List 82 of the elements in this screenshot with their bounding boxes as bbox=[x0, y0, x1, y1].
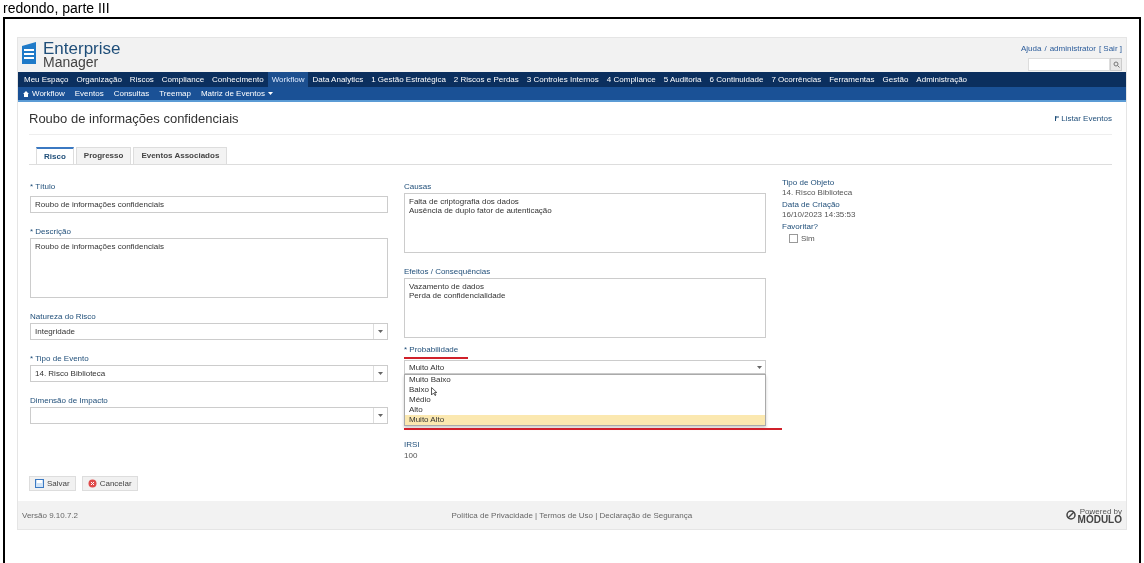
brand-logo-icon bbox=[1065, 510, 1076, 520]
logo-subtitle: Manager bbox=[43, 56, 99, 68]
subnav-item[interactable]: Treemap bbox=[159, 89, 191, 98]
subnav-item[interactable]: Workflow bbox=[23, 89, 65, 98]
footer-links[interactable]: Política de Privacidade | Termos de Uso | Declaração de Segurança bbox=[451, 510, 693, 520]
save-button[interactable]: Salvar bbox=[29, 476, 76, 491]
logo-title: Enterprise bbox=[43, 42, 121, 56]
back-link[interactable]: Listar Eventos bbox=[1054, 113, 1112, 123]
user-link[interactable]: [ Sair ] bbox=[1098, 44, 1122, 53]
nav-item[interactable]: Ferramentas bbox=[825, 72, 879, 87]
cancel-icon bbox=[87, 479, 97, 488]
field-label: Natureza do Risco bbox=[30, 312, 96, 321]
user-link[interactable]: Ajuda bbox=[1020, 44, 1042, 53]
nav-item[interactable]: Riscos bbox=[125, 72, 158, 87]
checkbox[interactable] bbox=[789, 234, 798, 243]
text-field[interactable]: Roubo de informações confidenciais bbox=[30, 196, 388, 213]
dropdown-option[interactable]: Muito Baixo bbox=[405, 375, 765, 385]
select-field[interactable]: 14. Risco Biblioteca bbox=[30, 365, 388, 382]
field-label: * Probabilidade bbox=[404, 345, 459, 355]
tab[interactable]: Eventos Associados bbox=[133, 147, 228, 164]
nav-item[interactable]: Administração bbox=[912, 72, 972, 87]
search-button[interactable] bbox=[1110, 58, 1122, 71]
field-value: 100 bbox=[404, 451, 419, 460]
nav-item[interactable]: 1 Gestão Estratégica bbox=[367, 72, 450, 87]
brand-name: MÓDULO bbox=[1077, 515, 1122, 523]
tab[interactable]: Risco bbox=[36, 147, 74, 164]
field-label: * Título bbox=[30, 182, 56, 191]
subnav-item[interactable]: Consultas bbox=[113, 89, 150, 98]
text-area[interactable]: Vazamento de dados Perda de confidencialidade bbox=[404, 278, 766, 338]
caret-down-icon bbox=[378, 372, 383, 375]
annotation-underline bbox=[404, 357, 468, 359]
dropdown-option[interactable]: Médio bbox=[405, 395, 765, 405]
cancel-button[interactable]: Cancelar bbox=[81, 476, 138, 491]
select-field[interactable]: Muito Alto bbox=[404, 360, 766, 374]
dropdown-option[interactable]: Baixo bbox=[405, 385, 765, 395]
field-label: Causas bbox=[404, 182, 432, 191]
field-value: 14. Risco Biblioteca bbox=[782, 188, 854, 197]
select-field[interactable]: Integridade bbox=[30, 323, 388, 340]
caret-down-icon bbox=[378, 414, 383, 417]
field-label: Data de Criação bbox=[782, 200, 841, 209]
field-label: Favoritar? bbox=[782, 222, 819, 231]
nav-item[interactable]: 7 Ocorrências bbox=[767, 72, 826, 87]
search-field[interactable] bbox=[1028, 58, 1110, 71]
field-value: 16/10/2023 14:35:53 bbox=[782, 210, 857, 219]
nav-item[interactable]: Data Analytics bbox=[308, 72, 368, 87]
tab[interactable]: Progresso bbox=[75, 147, 132, 164]
dropdown-option[interactable]: Alto bbox=[405, 405, 765, 415]
search-icon bbox=[1112, 61, 1120, 68]
nav-item[interactable]: Gestão bbox=[878, 72, 913, 87]
home-icon bbox=[23, 90, 29, 97]
caret-down-icon bbox=[268, 92, 273, 95]
nav-item[interactable]: Organização bbox=[72, 72, 126, 87]
text-area[interactable]: Roubo de informações confidenciais bbox=[30, 238, 388, 298]
field-label: Dimensão de Impacto bbox=[30, 396, 108, 405]
user-link[interactable]: administrator bbox=[1049, 44, 1096, 53]
field-label: Efeitos / Consequências bbox=[404, 267, 491, 276]
document-caption: redondo, parte III bbox=[3, 0, 111, 16]
field-label: * Tipo de Evento bbox=[30, 354, 89, 363]
select-field[interactable] bbox=[30, 407, 388, 424]
subnav-item[interactable]: Matriz de Eventos bbox=[200, 89, 273, 98]
nav-item[interactable]: 6 Continuidade bbox=[705, 72, 768, 87]
caret-down-icon bbox=[378, 330, 383, 333]
nav-item[interactable]: 2 Riscos e Perdas bbox=[449, 72, 523, 87]
nav-item[interactable]: Compliance bbox=[157, 72, 209, 87]
field-label: * Descrição bbox=[30, 227, 71, 236]
dropdown-option[interactable]: Muito Alto bbox=[405, 415, 765, 425]
field-label: IRSI bbox=[404, 440, 421, 449]
separator-text: / bbox=[1044, 44, 1047, 53]
nav-item[interactable]: 3 Controles Internos bbox=[522, 72, 603, 87]
nav-item[interactable]: Conhecimento bbox=[208, 72, 268, 87]
version-text: Versão 9.10.7.2 bbox=[22, 510, 79, 520]
nav-item[interactable]: Workflow bbox=[267, 72, 309, 87]
checkbox-label: Sim bbox=[801, 234, 815, 243]
nav-item[interactable]: Meu Espaço bbox=[20, 72, 73, 87]
subnav-item[interactable]: Eventos bbox=[74, 89, 104, 98]
mouse-cursor-icon bbox=[431, 387, 437, 396]
caret-down-icon bbox=[756, 365, 762, 369]
field-label: Tipo de Objeto bbox=[782, 178, 836, 187]
nav-item[interactable]: 5 Auditoria bbox=[659, 72, 706, 87]
text-area[interactable]: Falta de criptografia dos dados Ausência de duplo fator de autenticação bbox=[404, 193, 766, 253]
nav-item[interactable]: 4 Compliance bbox=[602, 72, 660, 87]
page-title: Roubo de informações confidenciais bbox=[29, 110, 239, 126]
